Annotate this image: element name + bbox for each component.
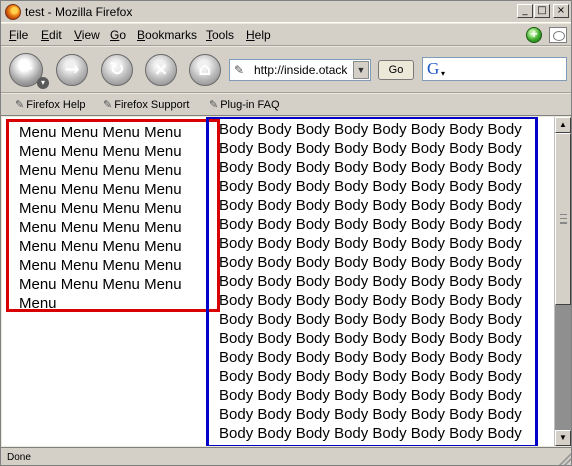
menu-file[interactable]: File bbox=[9, 28, 28, 42]
menu-help[interactable]: Help bbox=[246, 28, 271, 42]
menu-column: Menu Menu Menu Menu Menu Menu Menu Menu … bbox=[6, 119, 220, 312]
scroll-down-button[interactable]: ▼ bbox=[555, 430, 571, 446]
bookmark-icon: ✎ bbox=[103, 98, 113, 111]
close-button[interactable]: × bbox=[553, 4, 569, 18]
bookmarks-toolbar: ✎ Firefox Help ✎ Firefox Support ✎ Plug-in … bbox=[1, 94, 571, 116]
body-line: Body Body Body Body Body Body Body Body bbox=[219, 349, 522, 366]
minimize-button[interactable]: _ bbox=[517, 4, 533, 18]
scroll-track[interactable] bbox=[555, 305, 571, 430]
back-history-dropdown[interactable]: ▾ bbox=[37, 77, 49, 89]
update-available-icon[interactable]: + bbox=[526, 27, 542, 43]
resize-grip-icon[interactable] bbox=[559, 453, 571, 465]
status-bar: Done bbox=[1, 447, 571, 465]
window-title: test - Mozilla Firefox bbox=[25, 5, 133, 19]
body-line: Body Body Body Body Body Body Body Body bbox=[219, 368, 522, 385]
page-icon: ✎ bbox=[234, 63, 245, 77]
search-input[interactable]: G ▾ bbox=[422, 57, 567, 81]
body-line: Body Body Body Body Body Body Body Body bbox=[219, 311, 522, 328]
body-line: Body Body Body Body Body Body Body Body bbox=[219, 121, 522, 138]
go-button[interactable]: Go bbox=[378, 60, 414, 80]
body-line: Body Body Body Body Body Body Body Body bbox=[219, 235, 522, 252]
body-line: Body Body Body Body Body Body Body Body bbox=[219, 197, 522, 214]
navigation-toolbar: ← ▾ → ↻ × ⌂ ✎ http://inside.otack ▼ Go G… bbox=[1, 47, 571, 93]
menu-bookmarks[interactable]: Bookmarks bbox=[137, 28, 197, 42]
body-line: Body Body Body Body Body Body Body Body bbox=[219, 292, 522, 309]
grip-icon bbox=[560, 214, 567, 224]
stop-button[interactable]: × bbox=[145, 54, 177, 86]
body-line: Body Body Body Body Body Body Body Body bbox=[219, 406, 522, 423]
bookmark-icon: ✎ bbox=[15, 98, 25, 111]
bookmark-icon: ✎ bbox=[209, 98, 219, 111]
body-line: Body Body Body Body Body Body Body Body bbox=[219, 387, 522, 404]
throbber-icon bbox=[549, 27, 567, 43]
firefox-logo-icon bbox=[5, 4, 21, 20]
bookmark-firefox-help[interactable]: ✎ Firefox Help bbox=[15, 98, 86, 111]
forward-button[interactable]: → bbox=[56, 54, 88, 86]
body-line: Body Body Body Body Body Body Body Body bbox=[219, 140, 522, 157]
body-line: Body Body Body Body Body Body Body Body bbox=[219, 273, 522, 290]
body-line: Body Body Body Body Body Body Body Body bbox=[219, 330, 522, 347]
menu-text: Menu Menu Menu Menu Menu Menu Menu Menu … bbox=[19, 124, 182, 312]
menu-tools[interactable]: Tools bbox=[206, 28, 234, 42]
url-history-dropdown[interactable]: ▼ bbox=[353, 61, 369, 79]
address-bar[interactable]: ✎ http://inside.otack ▼ bbox=[229, 59, 371, 81]
body-line: Body Body Body Body Body Body Body Body bbox=[219, 178, 522, 195]
menu-view[interactable]: View bbox=[74, 28, 100, 42]
menu-bar: File Edit View Go Bookmarks Tools Help + bbox=[1, 24, 571, 46]
title-bar: test - Mozilla Firefox _ □ × bbox=[1, 1, 571, 23]
url-input[interactable]: http://inside.otack bbox=[254, 63, 352, 77]
menu-edit[interactable]: Edit bbox=[41, 28, 62, 42]
home-button[interactable]: ⌂ bbox=[189, 54, 221, 86]
menu-go[interactable]: Go bbox=[110, 28, 126, 42]
body-column: Body Body Body Body Body Body Body Body B… bbox=[206, 117, 538, 446]
vertical-scrollbar[interactable]: ▲ ▼ bbox=[554, 117, 571, 446]
bookmark-plugin-faq[interactable]: ✎ Plug-in FAQ bbox=[209, 98, 280, 111]
maximize-button[interactable]: □ bbox=[534, 4, 550, 18]
status-text: Done bbox=[7, 452, 31, 463]
page-content: Menu Menu Menu Menu Menu Menu Menu Menu … bbox=[2, 117, 554, 446]
body-line: Body Body Body Body Body Body Body Body bbox=[219, 159, 522, 176]
scroll-up-button[interactable]: ▲ bbox=[555, 117, 571, 133]
reload-button[interactable]: ↻ bbox=[101, 54, 133, 86]
scroll-thumb[interactable] bbox=[555, 133, 571, 305]
bookmark-firefox-support[interactable]: ✎ Firefox Support bbox=[103, 98, 189, 111]
body-line: Body Body Body Body Body Body Body Body bbox=[219, 254, 522, 271]
body-line: Body Body Body Body Body Body Body Body bbox=[219, 425, 522, 442]
search-engine-dropdown-icon[interactable]: ▾ bbox=[441, 69, 445, 78]
body-line: Body Body Body Body Body Body Body Body bbox=[219, 216, 522, 233]
body-text: Body Body Body Body Body Body Body Body B… bbox=[219, 120, 535, 443]
browser-window: test - Mozilla Firefox _ □ × File Edit V… bbox=[0, 0, 572, 466]
